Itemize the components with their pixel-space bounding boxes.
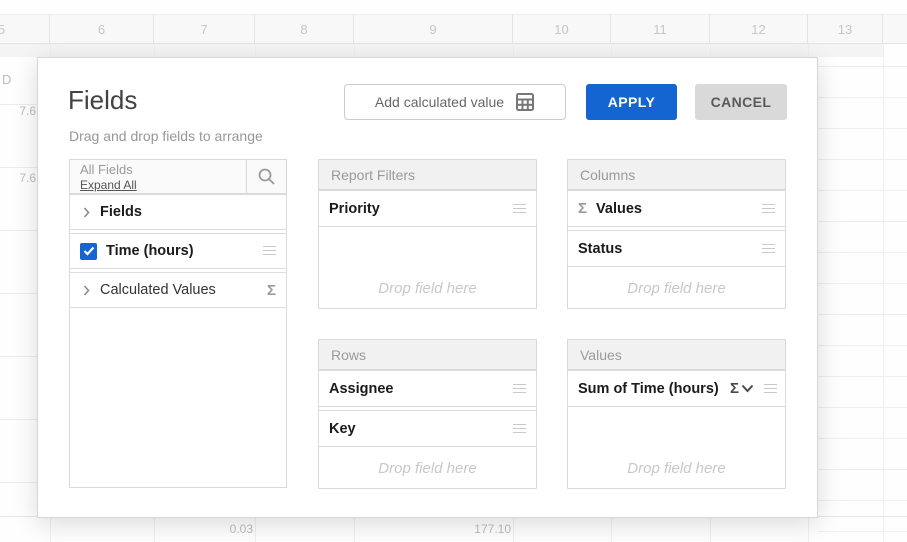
column-header: 7 xyxy=(154,15,255,43)
values-panel: Values Sum of Time (hours) Σ Drop field … xyxy=(567,339,786,489)
drop-placeholder: Drop field here xyxy=(319,280,536,297)
column-header: 11 xyxy=(611,15,710,43)
field-item-time-hours[interactable]: Time (hours) xyxy=(69,233,287,269)
column-header: 13 xyxy=(808,15,883,43)
search-icon xyxy=(257,167,276,186)
spreadsheet-column-header-row: 5 6 7 8 9 10 11 12 13 xyxy=(0,14,907,44)
drop-placeholder: Drop field here xyxy=(568,280,785,297)
column-header: 5 xyxy=(0,15,50,43)
chevron-right-icon[interactable] xyxy=(83,285,90,296)
column-header: 12 xyxy=(710,15,808,43)
chevron-right-icon[interactable] xyxy=(83,207,90,218)
field-group-label: Fields xyxy=(100,204,142,220)
all-fields-header: All Fields Expand All xyxy=(70,160,286,194)
drop-placeholder: Drop field here xyxy=(568,460,785,477)
calculator-icon xyxy=(515,92,535,112)
checkbox-checked[interactable] xyxy=(80,243,97,260)
spreadsheet-cell: 177.10 xyxy=(355,522,511,536)
column-header: 6 xyxy=(50,15,154,43)
field-item-label: Time (hours) xyxy=(106,243,194,259)
field-group-fields[interactable]: Fields xyxy=(69,194,287,230)
field-group-calculated-values[interactable]: Calculated Values Σ xyxy=(69,272,287,308)
grid-row-lines xyxy=(818,36,907,542)
drop-placeholder: Drop field here xyxy=(319,460,536,477)
drag-handle-icon[interactable] xyxy=(263,246,276,255)
fields-dialog: Fields Drag and drop fields to arrange A… xyxy=(37,57,818,518)
spreadsheet-cell: 0.03 xyxy=(157,522,253,536)
sigma-icon: Σ xyxy=(267,282,276,299)
column-header xyxy=(883,15,907,43)
field-group-label: Calculated Values xyxy=(100,282,216,298)
spreadsheet-cell: 7.6 xyxy=(0,104,36,118)
apply-button[interactable]: APPLY xyxy=(586,84,677,120)
column-header: 9 xyxy=(354,15,513,43)
page-title: Fields xyxy=(68,85,137,116)
add-calculated-value-label: Add calculated value xyxy=(375,94,504,110)
column-header: 8 xyxy=(255,15,354,43)
add-calculated-value-button[interactable]: Add calculated value xyxy=(344,84,566,120)
column-header: 10 xyxy=(513,15,611,43)
rows-panel: Rows Assignee Key Drop field here xyxy=(318,339,537,489)
dialog-subtitle: Drag and drop fields to arrange xyxy=(69,128,263,144)
spreadsheet-cell: D xyxy=(2,72,11,87)
screen: 5 6 7 8 9 10 11 12 13 D 7.6 7.6 0.03 177… xyxy=(0,0,907,542)
search-button[interactable] xyxy=(246,160,286,193)
report-filters-panel: Report Filters Priority Drop field here xyxy=(318,159,537,309)
spreadsheet-subheader-strip xyxy=(0,43,883,57)
spreadsheet-cell: 7.6 xyxy=(0,171,36,185)
cancel-button[interactable]: CANCEL xyxy=(695,84,787,120)
columns-panel: Columns Σ Values Status Drop field here xyxy=(567,159,786,309)
all-fields-panel: All Fields Expand All Fields xyxy=(69,159,287,488)
